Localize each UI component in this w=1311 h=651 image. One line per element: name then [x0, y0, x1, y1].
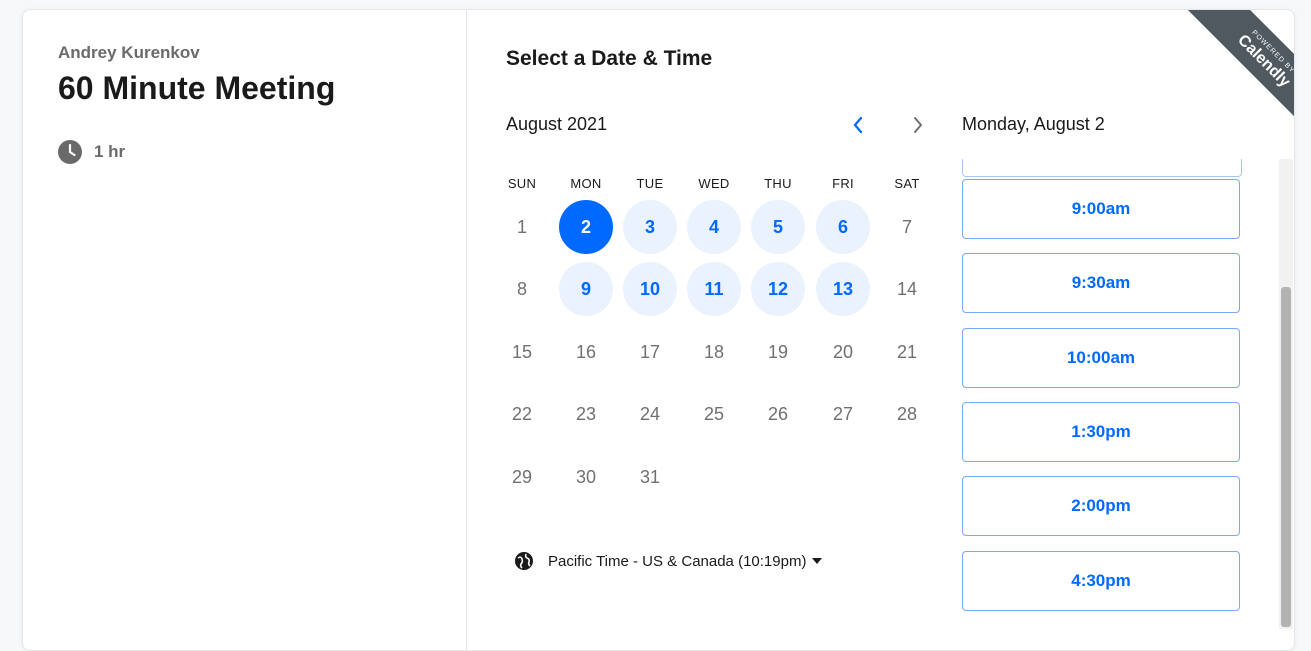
calendar-day: 15: [511, 341, 533, 362]
calendar-day: 17: [639, 341, 661, 362]
scrollbar-thumb[interactable]: [1281, 287, 1291, 627]
time-slot-button[interactable]: 4:30pm: [962, 551, 1240, 611]
calendar-day: 20: [832, 341, 854, 362]
calendar-day-available[interactable]: 6: [816, 200, 870, 254]
duration-label: 1 hr: [94, 142, 126, 161]
powered-by-ribbon[interactable]: POWERED BY Calendly: [1184, 10, 1294, 140]
weekday-label: MON: [570, 176, 602, 191]
previous-month-button[interactable]: [843, 112, 873, 138]
weekday-label: WED: [698, 176, 730, 191]
clock-icon: [58, 140, 82, 164]
timezone-label: Pacific Time - US & Canada (10:19pm): [548, 552, 807, 570]
calendar-day-available[interactable]: 3: [623, 200, 677, 254]
calendar-day: 22: [511, 403, 533, 424]
weekday-label: THU: [764, 176, 792, 191]
time-slot-button[interactable]: 9:30am: [962, 253, 1240, 313]
powered-by-badge[interactable]: POWERED BY Calendly: [1164, 10, 1294, 140]
time-slot-partial[interactable]: [962, 159, 1242, 177]
caret-down-icon: [812, 558, 823, 564]
event-title: 60 Minute Meeting: [58, 70, 336, 106]
calendar-day: 16: [575, 341, 597, 362]
time-slot-button[interactable]: 10:00am: [962, 328, 1240, 388]
calendar-day: 8: [516, 278, 527, 299]
time-slot-button[interactable]: 2:00pm: [962, 476, 1240, 536]
chevron-right-icon: [914, 117, 922, 133]
weekday-label: SUN: [507, 176, 537, 191]
calendar-day: 19: [767, 341, 789, 362]
calendar-day: 14: [896, 278, 918, 299]
timezone-selector[interactable]: Pacific Time - US & Canada (10:19pm): [514, 551, 823, 571]
calendar-day: 1: [516, 216, 527, 237]
next-month-button[interactable]: [903, 112, 933, 138]
calendar-day-available[interactable]: 5: [751, 200, 805, 254]
calendar-day: 26: [767, 403, 789, 424]
calendar-day-available[interactable]: 9: [559, 262, 613, 316]
calendar-day: 18: [703, 341, 725, 362]
host-name: Andrey Kurenkov: [58, 43, 200, 62]
month-label: August 2021: [506, 114, 608, 134]
event-duration: 1 hr: [58, 140, 125, 164]
selected-date-label: Monday, August 2: [962, 114, 1105, 134]
calendar-day-selected[interactable]: 2: [559, 200, 613, 254]
calendar-day-available[interactable]: 13: [816, 262, 870, 316]
calendar-day: 27: [832, 403, 854, 424]
time-slot-list: 9:00am 9:30am 10:00am 1:30pm 2:00pm 4:30pm: [953, 159, 1283, 629]
calendar-day: 25: [703, 403, 725, 424]
calendar-day: 28: [896, 403, 918, 424]
time-slot-button[interactable]: 9:00am: [962, 179, 1240, 239]
globe-icon: [515, 552, 533, 570]
calendar-day: 24: [639, 403, 661, 424]
weekday-label: SAT: [894, 176, 920, 191]
calendar-day: 7: [901, 216, 912, 237]
calendar-day: 30: [575, 466, 597, 487]
calendar-day-available[interactable]: 12: [751, 262, 805, 316]
calendar-day: 31: [639, 466, 661, 487]
page-title: Select a Date & Time: [506, 47, 713, 70]
calendar-day: 29: [511, 466, 533, 487]
calendar-day: 23: [575, 403, 597, 424]
calendar-day-available[interactable]: 11: [687, 262, 741, 316]
chevron-left-icon: [853, 116, 863, 134]
weekday-label: FRI: [832, 176, 854, 191]
calendar-day-available[interactable]: 10: [623, 262, 677, 316]
calendar-day: 21: [896, 341, 918, 362]
time-slot-button[interactable]: 1:30pm: [962, 402, 1240, 462]
calendar-day-available[interactable]: 4: [687, 200, 741, 254]
weekday-label: TUE: [636, 176, 664, 191]
